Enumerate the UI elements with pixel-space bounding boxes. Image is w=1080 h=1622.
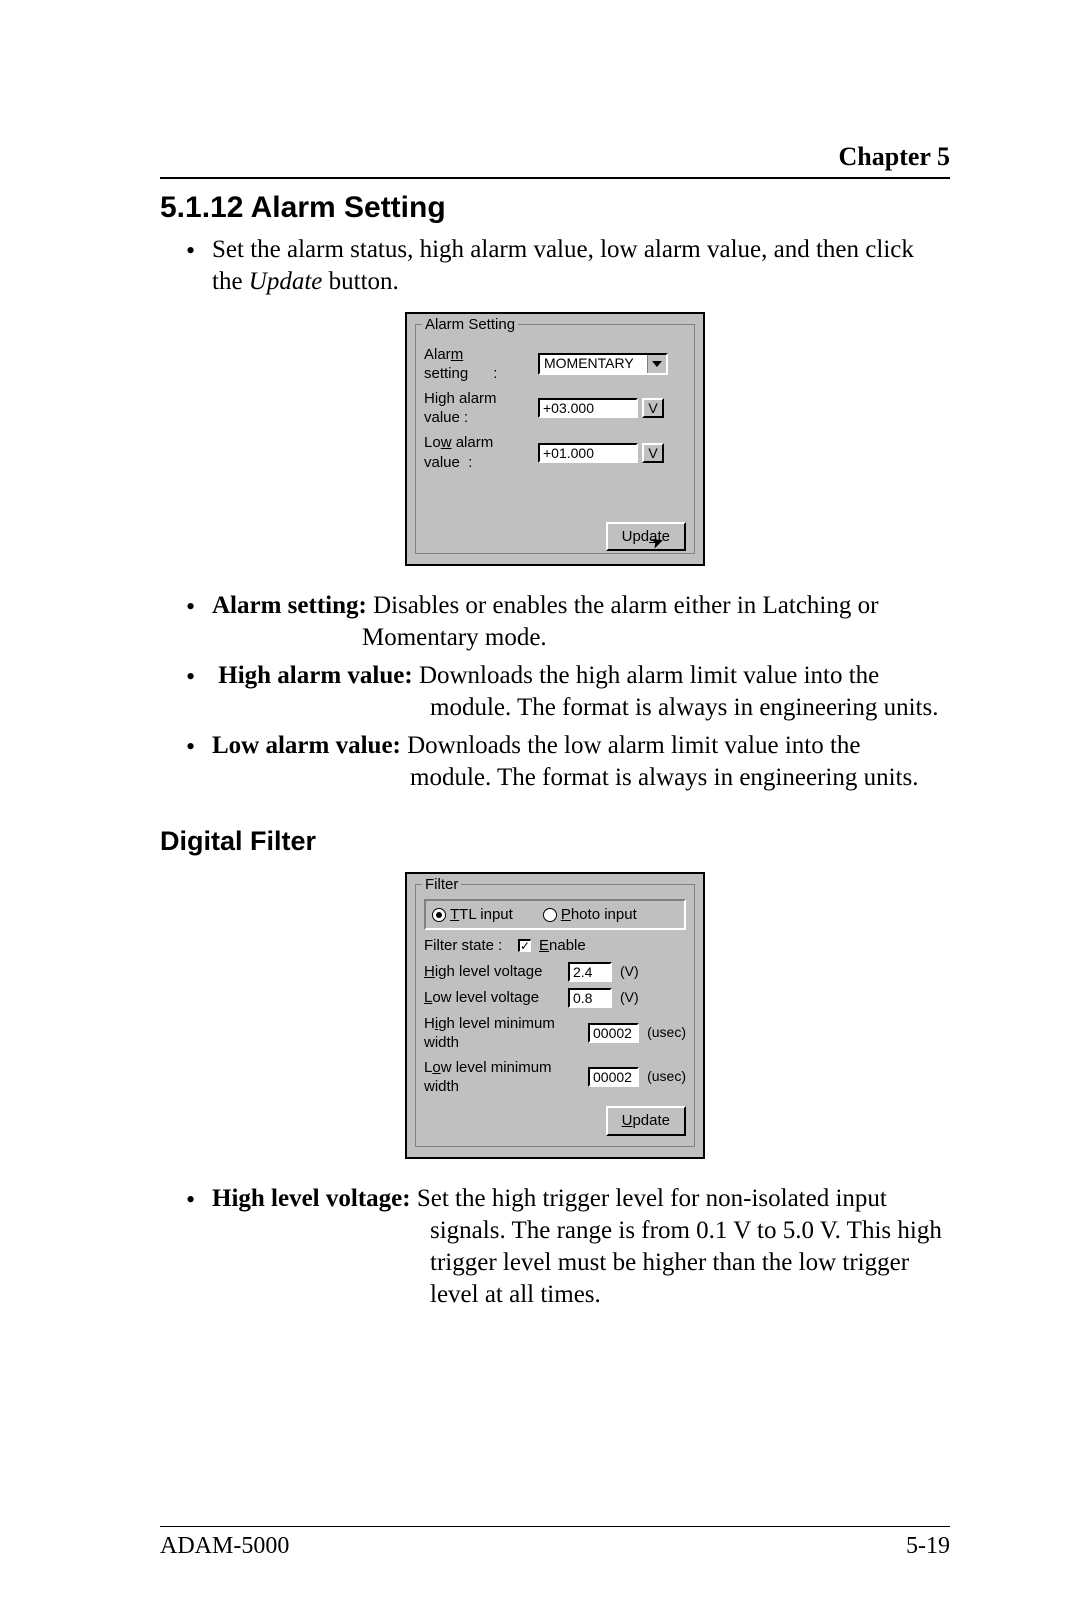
llmw-row: Low level minimum width 00002 (usec) <box>424 1058 686 1096</box>
filter-definitions: High level voltage: Set the high trigger… <box>160 1183 950 1311</box>
alarm-setting-select[interactable]: MOMENTARY <box>538 353 668 375</box>
def-alarm-setting: Alarm setting: Disables or enables the a… <box>160 590 950 654</box>
def-low-alarm: Low alarm value: Downloads the low alarm… <box>160 730 950 794</box>
footer-left: ADAM-5000 <box>160 1531 289 1562</box>
high-alarm-input[interactable]: +03.000 <box>538 398 638 418</box>
photo-radio-label: Photo input <box>561 905 637 924</box>
hlv-unit: (V) <box>620 963 639 981</box>
def-term: Low alarm value: <box>212 732 401 759</box>
intro-text-post: button. <box>322 268 398 295</box>
alarm-setting-row: Alarm setting : MOMENTARY <box>424 345 686 383</box>
hlmw-row: High level minimum width 00002 (usec) <box>424 1014 686 1052</box>
filter-dialog: Filter TTL input Photo input Filter stat… <box>405 872 705 1158</box>
page-footer: ADAM-5000 5-19 <box>160 1516 950 1562</box>
def-first: Downloads the high alarm limit value int… <box>413 662 880 689</box>
hlv-input[interactable]: 2.4 <box>568 962 612 982</box>
hlmw-input[interactable]: 00002 <box>588 1023 639 1043</box>
def-high-level-voltage: High level voltage: Set the high trigger… <box>160 1183 950 1311</box>
alarm-setting-label: Alarm setting : <box>424 345 534 383</box>
llv-row: Low level voltage 0.8 (V) <box>424 988 686 1008</box>
alarm-setting-dialog: Alarm Setting Alarm setting : MOMENTARY … <box>405 312 705 566</box>
low-alarm-row: Low alarm value : +01.000 V <box>424 433 686 471</box>
llv-unit: (V) <box>620 989 639 1007</box>
def-cont: Momentary mode. <box>212 622 950 654</box>
document-page: Chapter 5 5.1.12 Alarm Setting Set the a… <box>0 0 1080 1622</box>
footer-rule <box>160 1526 950 1527</box>
filter-state-row: Filter state : ✓ Enable <box>424 936 686 955</box>
intro-text-italic: Update <box>249 268 323 295</box>
alarm-group-title: Alarm Setting <box>422 315 518 334</box>
def-cont: signals. The range is from 0.1 V to 5.0 … <box>212 1215 950 1311</box>
def-term: High level voltage: <box>212 1185 411 1212</box>
digital-filter-heading: Digital Filter <box>160 824 950 859</box>
ttl-radio[interactable]: TTL input <box>432 905 513 924</box>
low-alarm-input[interactable]: +01.000 <box>538 443 638 463</box>
chapter-header: Chapter 5 <box>160 140 950 173</box>
header-rule <box>160 177 950 179</box>
radio-checked-icon <box>432 908 446 922</box>
filter-state-label: Filter state : <box>424 936 514 955</box>
high-alarm-unit: V <box>642 398 664 418</box>
filter-radio-row: TTL input Photo input <box>424 899 686 930</box>
def-term: High alarm value: <box>218 662 412 689</box>
high-alarm-label: High alarm value : <box>424 389 534 427</box>
filter-enable-checkbox[interactable]: ✓ <box>518 939 531 952</box>
photo-radio[interactable]: Photo input <box>543 905 637 924</box>
def-first: Set the high trigger level for non-isola… <box>411 1185 887 1212</box>
update-button[interactable]: Update ➤ <box>606 522 686 551</box>
alarm-group: Alarm Setting Alarm setting : MOMENTARY … <box>415 324 695 554</box>
hlmw-label: High level minimum width <box>424 1014 584 1052</box>
def-term: Alarm setting: <box>212 592 367 619</box>
def-first: Downloads the low alarm limit value into… <box>401 732 861 759</box>
filter-update-button[interactable]: Update <box>606 1106 686 1135</box>
radio-unchecked-icon <box>543 908 557 922</box>
def-cont: module. The format is always in engineer… <box>212 762 950 794</box>
llmw-label: Low level minimum width <box>424 1058 584 1096</box>
llmw-input[interactable]: 00002 <box>588 1067 639 1087</box>
high-alarm-row: High alarm value : +03.000 V <box>424 389 686 427</box>
llv-label: Low level voltage <box>424 988 564 1007</box>
filter-button-row: Update <box>424 1106 686 1135</box>
hlv-label: High level voltage <box>424 962 564 981</box>
dropdown-arrow-icon[interactable] <box>647 355 666 373</box>
filter-group-title: Filter <box>422 875 461 894</box>
low-alarm-unit: V <box>642 443 664 463</box>
alarm-setting-value: MOMENTARY <box>540 355 647 373</box>
alarm-definitions: Alarm setting: Disables or enables the a… <box>160 590 950 794</box>
hlv-row: High level voltage 2.4 (V) <box>424 962 686 982</box>
chevron-down-icon <box>652 361 662 367</box>
def-cont: module. The format is always in engineer… <box>212 692 950 724</box>
alarm-button-row: Update ➤ <box>424 522 686 551</box>
intro-bullet: Set the alarm status, high alarm value, … <box>160 234 950 298</box>
ttl-radio-label: TTL input <box>450 905 513 924</box>
llv-input[interactable]: 0.8 <box>568 988 612 1008</box>
filter-group: Filter TTL input Photo input Filter stat… <box>415 884 695 1146</box>
filter-enable-label: Enable <box>539 936 586 955</box>
def-first: Disables or enables the alarm either in … <box>367 592 879 619</box>
def-high-alarm: High alarm value: Downloads the high ala… <box>160 660 950 724</box>
footer-right: 5-19 <box>906 1531 950 1562</box>
intro-list: Set the alarm status, high alarm value, … <box>160 234 950 298</box>
low-alarm-label: Low alarm value : <box>424 433 534 471</box>
llmw-unit: (usec) <box>647 1068 686 1086</box>
hlmw-unit: (usec) <box>647 1024 686 1042</box>
section-title: 5.1.12 Alarm Setting <box>160 189 950 227</box>
